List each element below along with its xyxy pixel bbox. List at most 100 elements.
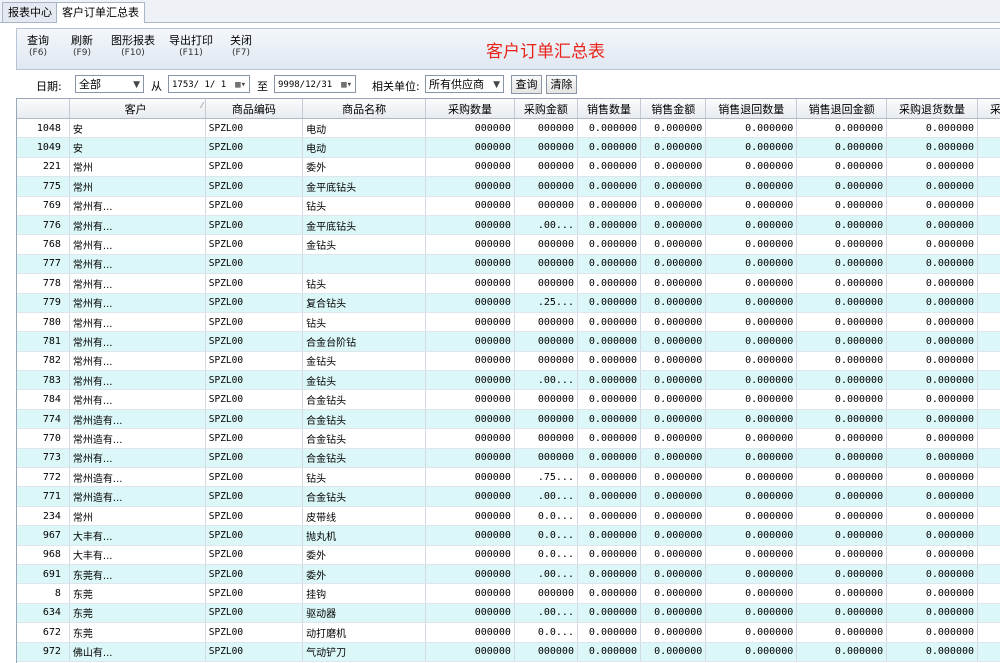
table-row[interactable]: 221 常州 SPZL00 委外 000000 000000 0.000000 0.00000…: [17, 157, 1000, 178]
sales-qty-cell: 0.000000: [577, 196, 642, 216]
sales-return-qty-cell: 0.000000: [705, 157, 798, 178]
column-header-product-code[interactable]: 商品编码: [205, 99, 304, 119]
table-row[interactable]: 968 大丰有... SPZL00 委外 000000 0.0... 0.000000 0.0…: [17, 545, 1000, 565]
column-header-sales-return-qty[interactable]: 销售退回数量: [705, 99, 798, 119]
table-row[interactable]: 777 常州有... SPZL00 000000 000000 0.000000 0.000…: [17, 254, 1000, 275]
table-row[interactable]: 1048 安 SPZL00 电动 000000 000000 0.000000 0.00000…: [17, 118, 1000, 139]
row-index: 768: [17, 234, 70, 255]
sales-amount-cell: 0.000000: [640, 351, 707, 372]
table-row[interactable]: 780 常州有... SPZL00 钻头 000000 000000 0.000000 0.0…: [17, 312, 1000, 333]
table-row[interactable]: 778 常州有... SPZL00 钻头 000000 000000 0.000000 0.0…: [17, 273, 1000, 294]
query-toolbar-button[interactable]: 查询 (F6): [27, 35, 49, 59]
table-row[interactable]: 8 东莞 SPZL00 挂钩 000000 000000 0.000000 0.000000 0…: [17, 583, 1000, 604]
table-row[interactable]: 774 常州造有... SPZL00 合金钻头 000000 000000 0.000000…: [17, 409, 1000, 430]
sales-amount-cell: 0.000000: [640, 467, 707, 488]
sales-qty-cell: 0.000000: [577, 118, 642, 139]
sales-amount-cell: 0.000000: [640, 525, 707, 546]
table-row[interactable]: 784 常州有... SPZL00 合金钻头 000000 000000 0.000000 0…: [17, 389, 1000, 410]
sales-return-amount-cell: 0.000000: [796, 545, 888, 565]
product-code-cell: SPZL00: [205, 525, 304, 546]
sales-qty-cell: 0.000000: [577, 370, 642, 391]
to-date-picker[interactable]: 9998/12/31 ▦▾: [274, 75, 356, 93]
sales-qty-cell: 0.000000: [577, 273, 642, 294]
row-index: 1049: [17, 137, 70, 158]
sales-return-amount-cell: 0.000000: [796, 273, 888, 294]
sales-qty-cell: 0.000000: [577, 642, 642, 662]
query-toolbar-shortcut: (F6): [29, 48, 47, 58]
table-row[interactable]: 770 常州造有... SPZL00 合金钻头 000000 000000 0.000000…: [17, 428, 1000, 449]
purchase-qty-cell: 000000: [425, 157, 515, 178]
table-row[interactable]: 779 常州有... SPZL00 复合钻头 000000.25... 0.000000 0…: [17, 293, 1000, 313]
column-header-purchase-return-amount[interactable]: 采购退货金额: [977, 99, 1000, 119]
customer-cell: 常州有...: [69, 370, 206, 391]
tab-report-center[interactable]: 报表中心: [2, 2, 58, 22]
product-code-cell: SPZL00: [205, 564, 304, 585]
purchase-return-amount-cell: 0.000000: [977, 389, 1000, 410]
table-row[interactable]: 234 常州 SPZL00 皮带线 000000 0.0... 0.000000 0.0000…: [17, 506, 1000, 527]
row-index: 775: [17, 176, 70, 197]
table-row[interactable]: 967 大丰有... SPZL00 抛丸机 000000 0.0... 0.000000 0.…: [17, 525, 1000, 546]
product-code-cell: SPZL00: [205, 448, 304, 469]
column-header-product-name[interactable]: 商品名称: [302, 99, 427, 119]
column-header-sales-return-amount[interactable]: 销售退回金额: [796, 99, 888, 119]
table-row[interactable]: 771 常州造有... SPZL00 合金钻头 000000.00... 0.000000…: [17, 486, 1000, 507]
table-row[interactable]: 691 东莞有... SPZL00 委外 000000.00... 0.000000 0.0…: [17, 564, 1000, 585]
row-index: 769: [17, 196, 70, 216]
column-header-purchase-return-qty[interactable]: 采购退货数量: [886, 99, 979, 119]
sales-return-qty-cell: 0.000000: [705, 603, 798, 624]
table-row[interactable]: 972 佛山有... SPZL00 气动铲刀 000000 000000 0.000000 0…: [17, 642, 1000, 662]
table-row[interactable]: 634 东莞 SPZL00 驱动器 000000.00... 0.000000 0.0000…: [17, 603, 1000, 624]
column-header-sales-amount[interactable]: 销售金额: [640, 99, 707, 119]
table-row[interactable]: 775 常州 SPZL00 金平底钻头 000000 000000 0.000000 0.00…: [17, 176, 1000, 197]
related-unit-select[interactable]: 所有供应商 ▼: [425, 75, 504, 93]
row-index: 776: [17, 215, 70, 236]
customer-cell: 常州有...: [69, 351, 206, 372]
close-toolbar-button[interactable]: 关闭 (F7): [230, 35, 252, 59]
purchase-amount-cell: 000000: [514, 331, 578, 352]
table-row[interactable]: 772 常州造有... SPZL00 钻头 000000.75... 0.000000 0.…: [17, 467, 1000, 488]
sales-return-qty-cell: 0.000000: [705, 293, 798, 313]
page-title: 客户订单汇总表: [486, 42, 605, 62]
purchase-amount-cell: 0.0...: [514, 545, 578, 565]
row-index: 781: [17, 331, 70, 352]
customer-cell: 常州有...: [69, 196, 206, 216]
table-row[interactable]: 672 东莞 SPZL00 动打磨机 000000 0.0... 0.000000 0.000…: [17, 622, 1000, 643]
sales-return-amount-cell: 0.000000: [796, 254, 888, 275]
table-row[interactable]: 782 常州有... SPZL00 金钻头 000000 000000 0.000000 0.…: [17, 351, 1000, 372]
table-row[interactable]: 783 常州有... SPZL00 金钻头 000000.00... 0.000000 0.…: [17, 370, 1000, 391]
refresh-toolbar-button[interactable]: 刷新 (F9): [71, 35, 93, 59]
chart-report-toolbar-button[interactable]: 图形报表 (F10): [111, 35, 155, 59]
export-print-toolbar-button[interactable]: 导出打印 (F11): [169, 35, 213, 59]
date-range-select[interactable]: 全部 ▼: [75, 75, 144, 93]
table-row[interactable]: 769 常州有... SPZL00 钻头 000000 000000 0.000000 0.0…: [17, 196, 1000, 216]
column-header-sales-qty[interactable]: 销售数量: [577, 99, 642, 119]
close-toolbar-label: 关闭: [230, 34, 252, 47]
query-button[interactable]: 查询: [511, 75, 542, 94]
to-date-value: 9998/12/31: [278, 80, 333, 90]
table-row[interactable]: 773 常州有... SPZL00 合金钻头 000000 000000 0.000000 0…: [17, 448, 1000, 469]
table-row[interactable]: 781 常州有... SPZL00 合金台阶钻 000000 000000 0.000000…: [17, 331, 1000, 352]
table-row[interactable]: 776 常州有... SPZL00 金平底钻头 000000.00... 0.000000…: [17, 215, 1000, 236]
data-grid[interactable]: 客户 ⁄ 商品编码 商品名称 采购数量 采购金额 销售数量 销售金额 销售退回数量…: [16, 98, 1000, 663]
purchase-return-amount-cell: 0.000000: [977, 428, 1000, 449]
column-header-purchase-amount[interactable]: 采购金额: [514, 99, 578, 119]
product-code-cell: SPZL00: [205, 273, 304, 294]
purchase-return-amount-cell: 0.000000: [977, 486, 1000, 507]
purchase-return-amount-cell: 0.000000: [977, 506, 1000, 527]
purchase-amount-cell: .25...: [514, 293, 578, 313]
column-header-customer[interactable]: 客户 ⁄: [69, 99, 206, 119]
table-row[interactable]: 768 常州有... SPZL00 金钻头 000000 000000 0.000000 0.…: [17, 234, 1000, 255]
table-row[interactable]: 1049 安 SPZL00 电动 000000 000000 0.000000 0.00000…: [17, 137, 1000, 158]
clear-button[interactable]: 清除: [546, 75, 577, 94]
purchase-return-amount-cell: 0.000000: [977, 234, 1000, 255]
product-name-cell: 合金钻头: [302, 486, 427, 507]
tab-customer-order-summary[interactable]: 客户订单汇总表: [56, 2, 145, 23]
from-date-picker[interactable]: 1753/ 1/ 1 ▦▾: [168, 75, 250, 93]
purchase-amount-cell: 000000: [514, 137, 578, 158]
product-name-cell: 金钻头: [302, 351, 427, 372]
purchase-return-qty-cell: 0.000000: [886, 525, 979, 546]
purchase-return-qty-cell: 0.000000: [886, 486, 979, 507]
column-header-index[interactable]: [17, 99, 70, 119]
purchase-qty-cell: 000000: [425, 370, 515, 391]
column-header-purchase-qty[interactable]: 采购数量: [425, 99, 515, 119]
